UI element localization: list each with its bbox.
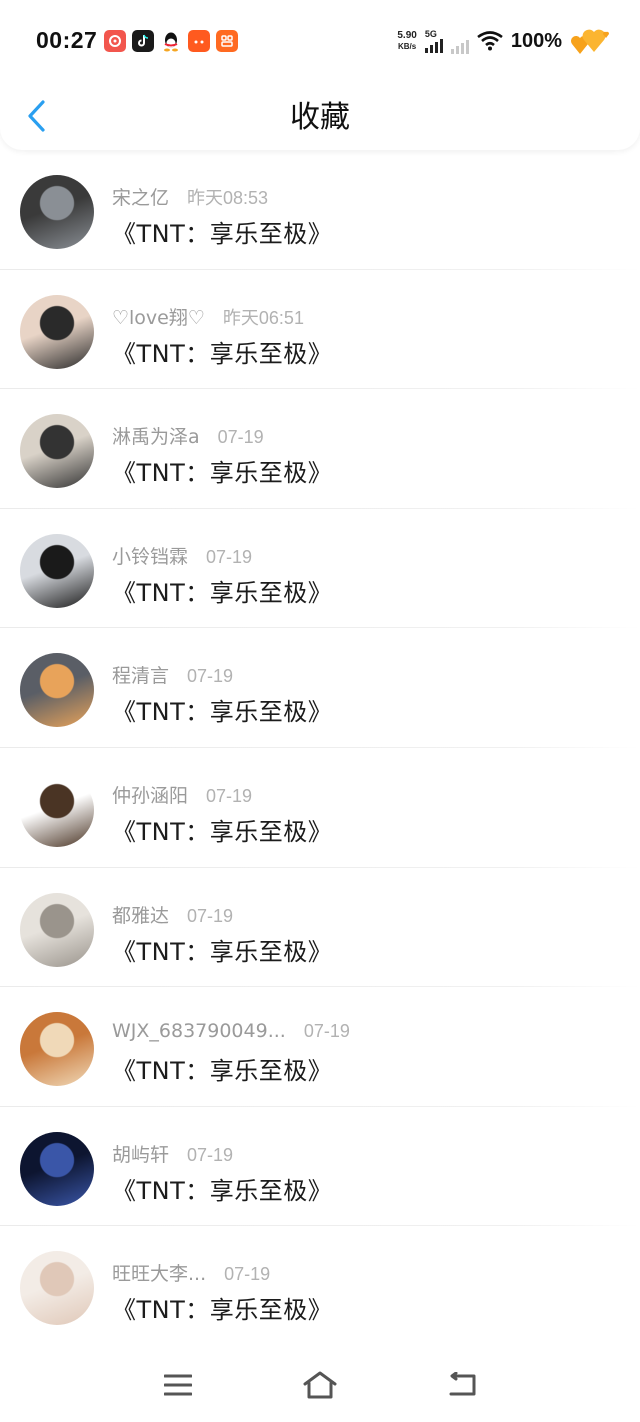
status-bar: 00:27 5.90 KB/s 5G 100%: [0, 0, 640, 84]
list-item[interactable]: ♡love翔♡ 昨天06:51 《TNT：享乐至极》: [0, 270, 640, 390]
wifi-icon: [477, 31, 503, 51]
collected-title[interactable]: 《TNT：享乐至极》: [112, 1290, 332, 1325]
taobao-app-icon: [188, 30, 210, 52]
favorites-list: 宋之亿 昨天08:53 《TNT：享乐至极》 ♡love翔♡ 昨天06:51 《TNT：享…: [0, 150, 640, 1346]
user-name[interactable]: 旺旺大李...: [112, 1259, 206, 1286]
tiktok-app-icon: [132, 30, 154, 52]
qq-app-icon: [160, 30, 182, 52]
item-meta: ♡love翔♡ 昨天06:51: [112, 303, 304, 330]
collected-title[interactable]: 《TNT：享乐至极》: [112, 453, 332, 488]
avatar[interactable]: [20, 892, 94, 967]
item-meta: 都雅达 07-19: [112, 901, 233, 928]
item-meta: 宋之亿 昨天08:53: [112, 183, 268, 210]
network-type: 5G: [424, 28, 437, 39]
net-speed: 5.90 KB/s: [397, 30, 416, 52]
avatar[interactable]: [20, 175, 94, 249]
music-app-icon: [104, 30, 126, 52]
favorites-page: 00:27 5.90 KB/s 5G 100% 收藏 宋之亿 昨天08:53 《…: [0, 0, 640, 1422]
avatar[interactable]: [20, 414, 94, 489]
timestamp: 昨天08:53: [187, 188, 269, 208]
item-meta: 旺旺大李... 07-19: [112, 1259, 270, 1286]
header: 00:27 5.90 KB/s 5G 100% 收藏: [0, 0, 640, 150]
user-name[interactable]: 仲孙涵阳: [112, 781, 188, 808]
timestamp: 07-19: [217, 427, 264, 448]
list-item[interactable]: 淋禹为泽a 07-19 《TNT：享乐至极》: [0, 389, 640, 509]
collected-title[interactable]: 《TNT：享乐至极》: [112, 573, 332, 608]
user-name[interactable]: 淋禹为泽a: [112, 422, 200, 449]
signal-bars-icon: [424, 38, 443, 53]
collected-title[interactable]: 《TNT：享乐至极》: [112, 812, 332, 847]
avatar[interactable]: [20, 1251, 94, 1326]
user-name[interactable]: 程清言: [112, 661, 169, 688]
net-speed-value: 5.90: [397, 30, 417, 41]
user-name[interactable]: 小铃铛霖: [112, 542, 188, 569]
item-meta: 淋禹为泽a 07-19: [112, 422, 264, 449]
item-meta: 程清言 07-19: [112, 661, 233, 688]
list-item[interactable]: WJX_683790049... 07-19 《TNT：享乐至极》: [0, 987, 640, 1107]
timestamp: 07-19: [224, 1264, 271, 1285]
menu-button[interactable]: [158, 1368, 198, 1402]
avatar[interactable]: [20, 1012, 94, 1087]
timestamp: 07-19: [206, 546, 253, 567]
status-time: 00:27: [36, 27, 98, 53]
back-icon: [449, 1372, 476, 1396]
collected-title[interactable]: 《TNT：享乐至极》: [112, 334, 332, 369]
collected-title[interactable]: 《TNT：享乐至极》: [112, 1051, 332, 1086]
list-item[interactable]: 仲孙涵阳 07-19 《TNT：享乐至极》: [0, 748, 640, 868]
timestamp: 07-19: [303, 1021, 350, 1042]
system-navbar: [0, 1350, 640, 1422]
user-name[interactable]: 胡屿轩: [112, 1140, 169, 1167]
user-name[interactable]: WJX_683790049...: [112, 1020, 286, 1042]
list-item[interactable]: 旺旺大李... 07-19 《TNT：享乐至极》: [0, 1226, 640, 1346]
signal-bars-secondary-icon: [450, 40, 469, 54]
user-name[interactable]: 宋之亿: [112, 183, 169, 210]
home-button[interactable]: [300, 1368, 340, 1402]
timestamp: 07-19: [187, 1144, 234, 1165]
page-title: 收藏: [290, 100, 350, 135]
list-item[interactable]: 胡屿轩 07-19 《TNT：享乐至极》: [0, 1107, 640, 1227]
avatar[interactable]: [20, 294, 94, 369]
item-meta: 小铃铛霖 07-19: [112, 542, 252, 569]
notification-icons: [104, 30, 238, 52]
list-item[interactable]: 宋之亿 昨天08:53 《TNT：享乐至极》: [0, 150, 640, 270]
menu-icon: [164, 1374, 192, 1396]
timestamp: 昨天06:51: [222, 307, 304, 328]
back-nav-button[interactable]: [442, 1368, 482, 1402]
battery-level: 100%: [510, 29, 562, 52]
list-item[interactable]: 程清言 07-19 《TNT：享乐至极》: [0, 628, 640, 748]
list-item[interactable]: 小铃铛霖 07-19 《TNT：享乐至极》: [0, 509, 640, 629]
avatar[interactable]: [20, 772, 94, 847]
collected-title[interactable]: 《TNT：享乐至极》: [112, 1171, 332, 1206]
user-name[interactable]: ♡love翔♡: [112, 303, 205, 330]
collected-title[interactable]: 《TNT：享乐至极》: [112, 692, 332, 727]
collected-title[interactable]: 《TNT：享乐至极》: [112, 214, 332, 249]
collected-title[interactable]: 《TNT：享乐至极》: [112, 932, 332, 967]
item-meta: 仲孙涵阳 07-19: [112, 781, 252, 808]
home-icon: [303, 1371, 337, 1399]
item-meta: WJX_683790049... 07-19: [112, 1020, 350, 1042]
avatar[interactable]: [20, 1131, 94, 1206]
avatar[interactable]: [20, 653, 94, 728]
item-meta: 胡屿轩 07-19: [112, 1140, 233, 1167]
avatar[interactable]: [20, 533, 94, 608]
hearts-battery-icon: [570, 26, 610, 56]
signal-5g: 5G: [424, 28, 443, 53]
timestamp: 07-19: [187, 666, 234, 687]
net-speed-unit: KB/s: [397, 42, 417, 51]
list-item[interactable]: 都雅达 07-19 《TNT：享乐至极》: [0, 868, 640, 988]
timestamp: 07-19: [206, 785, 253, 806]
timestamp: 07-19: [187, 905, 234, 926]
user-name[interactable]: 都雅达: [112, 901, 169, 928]
shopping-app-icon: [216, 30, 238, 52]
system-indicators: 5.90 KB/s 5G 100%: [397, 26, 610, 56]
